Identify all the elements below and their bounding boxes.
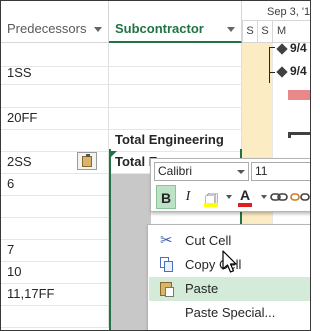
table-cell[interactable]: 6 <box>1 172 109 196</box>
table-cell[interactable]: 10 <box>1 260 109 284</box>
link-tasks-button[interactable] <box>270 185 288 209</box>
unlink-tasks-button[interactable] <box>290 185 310 209</box>
project-window: Predecessors 1SS 20FF 2SS 6 7 10 11,17FF… <box>0 0 311 331</box>
font-color-button[interactable]: A <box>234 185 258 209</box>
copy-icon <box>159 257 175 273</box>
subcontractor-header[interactable]: Subcontractor <box>109 1 242 43</box>
table-cell[interactable] <box>109 84 242 108</box>
dependency-line <box>269 72 275 73</box>
gantt-timescale-top: Sep 3, '1 <box>242 1 311 21</box>
table-cell[interactable] <box>1 194 109 218</box>
gantt-day: M <box>272 21 310 43</box>
italic-button[interactable]: I <box>180 185 196 209</box>
fill-color-swatch <box>204 203 218 207</box>
table-cell[interactable]: 20FF <box>1 106 109 130</box>
predecessors-column: Predecessors 1SS 20FF 2SS 6 7 10 11,17FF <box>1 1 109 330</box>
table-cell[interactable] <box>1 128 109 152</box>
bold-button[interactable]: B <box>156 185 176 209</box>
unlink-icon <box>290 193 310 201</box>
scissors-icon <box>159 229 175 253</box>
table-cell[interactable]: Total Engineering <box>109 128 242 152</box>
mouse-cursor-icon <box>222 250 237 273</box>
table-cell[interactable]: 11,17FF <box>1 282 109 306</box>
menu-item-label: Paste Special... <box>185 305 276 320</box>
table-cell[interactable] <box>1 304 109 328</box>
chevron-down-icon[interactable] <box>226 195 232 199</box>
clipboard-icon <box>82 154 92 167</box>
mini-toolbar: Calibri 11 B I 🗍 A <box>150 158 310 212</box>
table-cell[interactable] <box>1 84 109 108</box>
fill-color-button[interactable]: 🗍 <box>200 185 224 209</box>
table-cell[interactable] <box>1 216 109 240</box>
selection-marker <box>111 151 117 157</box>
gantt-day: S <box>242 21 257 43</box>
table-cell[interactable] <box>109 106 242 130</box>
task-bar[interactable] <box>288 90 310 100</box>
table-cell[interactable]: 7 <box>1 238 109 262</box>
font-name-value: Calibri <box>158 164 193 178</box>
menu-item-label: Paste <box>185 281 219 296</box>
font-size-value: 11 <box>255 164 268 178</box>
milestone-label: 9/4 <box>290 64 307 78</box>
milestone-label: 9/4 <box>290 41 307 55</box>
font-color-swatch <box>238 203 252 207</box>
subcontractor-header-label: Subcontractor <box>115 21 204 36</box>
chevron-down-icon[interactable] <box>227 27 235 32</box>
chevron-down-icon[interactable] <box>261 195 267 199</box>
predecessors-header[interactable]: Predecessors <box>1 1 109 43</box>
font-size-box[interactable]: 11 <box>251 162 310 181</box>
gantt-day: S <box>257 21 272 43</box>
dependency-line <box>269 47 270 83</box>
font-name-box[interactable]: Calibri <box>154 162 249 181</box>
paste-icon <box>159 281 175 297</box>
table-cell[interactable] <box>109 61 242 85</box>
table-cell[interactable]: 1SS <box>1 61 109 85</box>
menu-item-paste[interactable]: Paste <box>149 277 310 301</box>
menu-item-paste-special[interactable]: Paste Special... <box>149 301 310 325</box>
paste-options-button[interactable] <box>77 152 97 170</box>
chevron-down-icon[interactable] <box>94 27 102 32</box>
context-menu: Cut Cell Copy Cell Paste Paste Special..… <box>147 224 310 330</box>
predecessors-header-label: Predecessors <box>7 21 87 36</box>
chevron-down-icon[interactable] <box>237 170 245 174</box>
dependency-line <box>269 47 275 48</box>
gantt-week-label: Sep 3, '1 <box>267 6 311 18</box>
paint-bucket-icon: 🗍 <box>205 193 218 208</box>
summary-bar[interactable] <box>288 132 310 138</box>
link-icon <box>270 193 288 201</box>
